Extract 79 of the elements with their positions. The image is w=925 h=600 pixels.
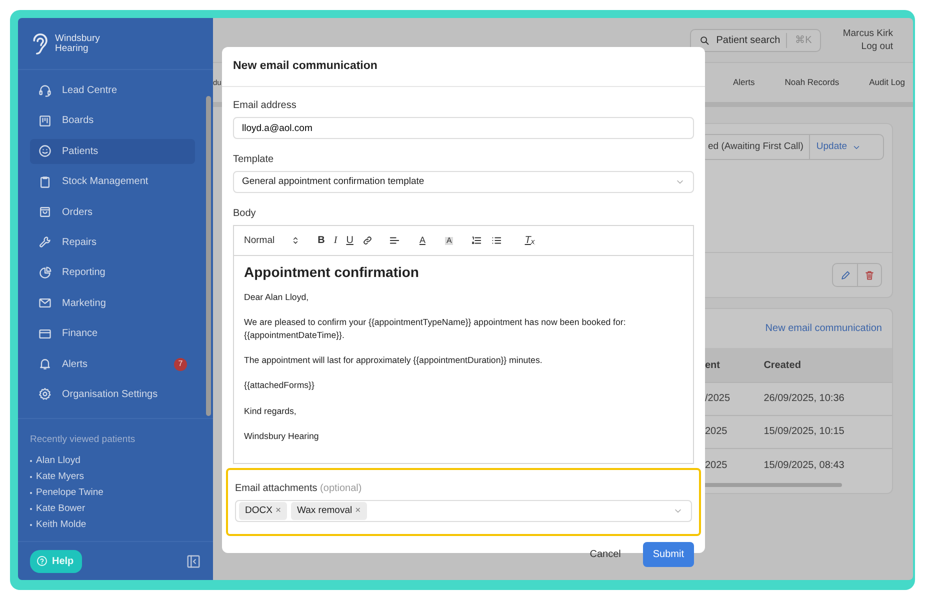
- update-dropdown[interactable]: Update: [809, 135, 868, 160]
- field-label: Template: [233, 153, 275, 167]
- count-badge: 7: [174, 358, 187, 371]
- bold-button[interactable]: B: [318, 236, 325, 246]
- nav-item[interactable]: Orders: [30, 200, 195, 225]
- italic-button[interactable]: I: [334, 236, 338, 246]
- nav-item[interactable]: Repairs: [30, 230, 195, 255]
- email-paragraph: Windsbury Hearing: [244, 430, 320, 443]
- modal-title: New email communication: [222, 47, 705, 87]
- underline-button[interactable]: U: [346, 236, 354, 246]
- remove-tag-button[interactable]: ×: [355, 504, 361, 518]
- remove-tag-button[interactable]: ×: [275, 504, 282, 518]
- column-header: Created: [750, 348, 892, 382]
- user-name: Marcus Kirk: [842, 26, 893, 40]
- question-icon: [36, 555, 48, 567]
- email-paragraph: {{attachedForms}}: [244, 379, 316, 392]
- trash-icon: [864, 270, 875, 281]
- logout-link[interactable]: Log out: [842, 40, 893, 54]
- envelope-icon: [38, 296, 52, 310]
- clipboard-icon: [38, 174, 52, 189]
- shortcut-hint: ⌘K: [786, 32, 812, 48]
- tab[interactable]: Noah Records: [784, 76, 840, 89]
- nav-item[interactable]: Finance: [30, 321, 195, 346]
- patient-link[interactable]: Penelope Twine: [36, 486, 104, 500]
- tag-label: DOCX: [245, 504, 272, 518]
- nav-item[interactable]: Patients: [30, 138, 195, 164]
- table-cell: 15/09/2025, 10:15: [750, 415, 892, 448]
- optional-hint: (optional): [320, 483, 362, 494]
- nav-item[interactable]: Marketing: [30, 290, 195, 316]
- tag-label: Wax removal: [297, 504, 352, 518]
- email-paragraph: Kind regards,: [244, 404, 298, 418]
- color-button[interactable]: A: [419, 236, 426, 245]
- nav-item[interactable]: Alerts 7: [30, 352, 195, 377]
- status-dropdown[interactable]: ed (Awaiting First Call): [702, 135, 810, 160]
- email-paragraph: We are pleased to confirm your {{appointmentTypeName}} appointment has now been booked for: {{appointmentDateTime}}.: [244, 316, 627, 342]
- patient-link[interactable]: Kate Bower: [36, 502, 86, 516]
- bell-icon: [38, 357, 52, 372]
- tab[interactable]: Audit Log: [869, 76, 905, 89]
- email-paragraph: Dear Alan Lloyd,: [244, 290, 310, 304]
- attachments-select[interactable]: DOCX × Wax removal ×: [235, 500, 692, 522]
- field-label: Email attachments: [235, 483, 318, 494]
- patient-link[interactable]: Keith Molde: [36, 518, 86, 532]
- board-icon: [38, 114, 52, 128]
- gear-icon: [38, 387, 52, 402]
- nav-item[interactable]: Boards: [30, 108, 195, 134]
- background-button[interactable]: A: [445, 236, 453, 244]
- field-label: Email address: [233, 99, 298, 113]
- sort-arrows-icon: [290, 236, 300, 245]
- email-paragraph: The appointment will last for approximately {{appointmentDuration}} minutes.: [244, 354, 544, 367]
- collapse-sidebar-icon[interactable]: [186, 554, 201, 568]
- smiley-icon: [38, 144, 52, 158]
- pencil-icon: [840, 270, 850, 281]
- email-heading: Appointment confirmation: [244, 264, 420, 281]
- table-cell: 26/09/2025, 10:36: [750, 382, 892, 416]
- rich-text-editor[interactable]: [233, 225, 694, 464]
- patient-link[interactable]: Kate Myers: [36, 470, 84, 484]
- field-label: Body: [233, 207, 257, 221]
- search-button[interactable]: Patient search ⌘K: [690, 28, 821, 52]
- nav-item[interactable]: Lead Centre: [30, 78, 195, 103]
- nav-item[interactable]: Reporting: [30, 260, 195, 286]
- format-select[interactable]: Normal: [244, 236, 300, 246]
- section-heading: Recently viewed patients: [30, 432, 136, 447]
- wrench-icon: [38, 235, 52, 250]
- pie-chart-icon: [38, 266, 52, 280]
- template-select[interactable]: General appointment confirmation template: [233, 171, 694, 193]
- shopping-bag-icon: [38, 205, 52, 220]
- nav-item[interactable]: Stock Management: [30, 169, 195, 194]
- email-field[interactable]: lloyd.a@aol.com: [233, 117, 694, 139]
- table-cell: 15/09/2025, 08:43: [750, 448, 892, 482]
- patient-link[interactable]: Alan Lloyd: [36, 454, 80, 468]
- clean-button[interactable]: T$_{x}$: [524, 236, 535, 246]
- headset-icon: [38, 84, 52, 98]
- credit-card-icon: [38, 326, 52, 341]
- search-icon: [699, 34, 710, 46]
- tab[interactable]: Alerts: [733, 76, 755, 89]
- logo-text: Windsbury Hearing: [55, 34, 100, 54]
- cancel-button[interactable]: Cancel: [584, 546, 627, 563]
- nav-item[interactable]: Organisation Settings: [30, 382, 195, 407]
- submit-button[interactable]: Submit: [642, 542, 694, 567]
